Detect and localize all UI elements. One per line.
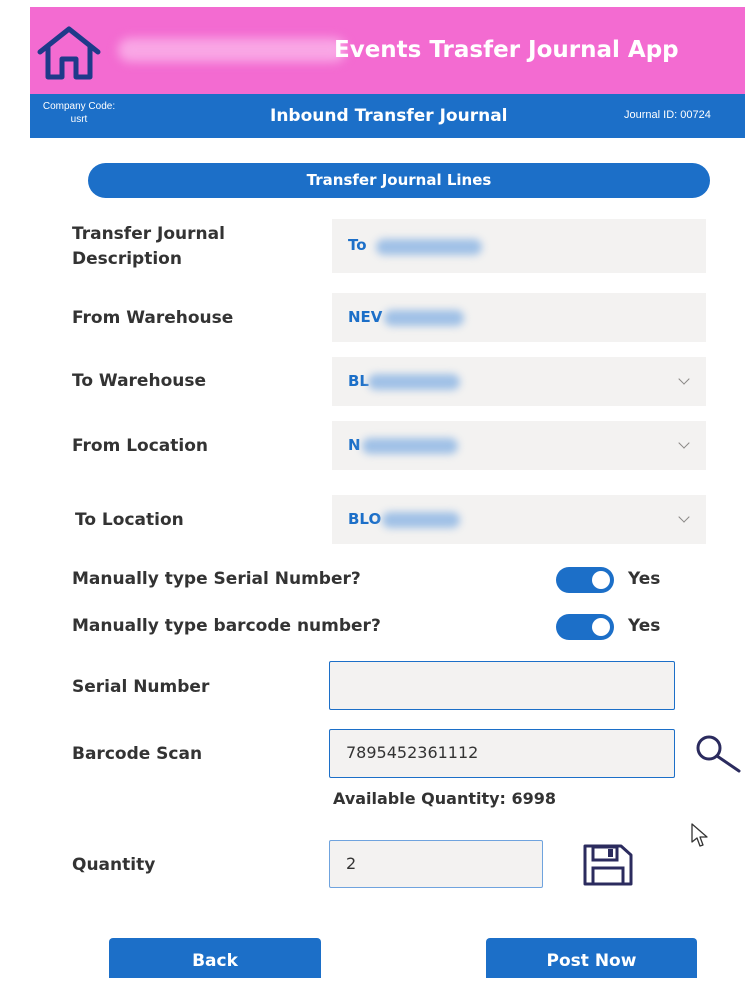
toggle-knob <box>592 571 610 589</box>
app-title: Events Trasfer Journal App <box>334 37 679 63</box>
chevron-down-icon <box>678 437 690 449</box>
chevron-down-icon <box>678 511 690 523</box>
to-location-label: To Location <box>75 510 184 530</box>
to-warehouse-value: BL <box>348 372 369 390</box>
search-icon[interactable] <box>693 733 743 775</box>
journal-info-bar: Company Code: usrt Inbound Transfer Jour… <box>30 94 745 138</box>
barcode-scan-input[interactable]: 7895452361112 <box>329 729 675 778</box>
company-code: Company Code: usrt <box>34 100 124 126</box>
from-location-label: From Location <box>72 436 209 456</box>
redacted-text <box>382 512 460 528</box>
post-now-button[interactable]: Post Now <box>486 938 697 978</box>
to-location-dropdown[interactable]: BLO <box>332 495 706 544</box>
redacted-text <box>368 374 460 390</box>
journal-id: Journal ID: 00724 <box>624 109 711 121</box>
redacted-text <box>376 239 482 255</box>
quantity-input[interactable]: 2 <box>329 840 543 888</box>
from-warehouse-field[interactable]: NEV <box>332 293 706 342</box>
from-location-value: N <box>348 436 361 454</box>
to-location-value: BLO <box>348 510 382 528</box>
app-header: Events Trasfer Journal App <box>30 7 745 94</box>
description-field[interactable]: To <box>332 219 706 273</box>
serial-toggle-state: Yes <box>628 569 661 589</box>
mouse-cursor-icon <box>690 822 712 850</box>
company-code-label: Company Code: <box>42 101 116 112</box>
to-warehouse-label: To Warehouse <box>72 371 206 391</box>
description-label-line2: Description <box>72 249 182 269</box>
serial-number-input[interactable] <box>329 661 675 710</box>
barcode-scan-label: Barcode Scan <box>72 744 203 764</box>
back-button[interactable]: Back <box>109 938 321 978</box>
redacted-company-name <box>118 38 346 62</box>
description-label-line1: Transfer Journal <box>72 224 225 244</box>
serial-toggle-label: Manually type Serial Number? <box>72 569 361 589</box>
serial-manual-toggle[interactable] <box>556 567 614 593</box>
redacted-text <box>362 438 458 454</box>
to-warehouse-dropdown[interactable]: BL <box>332 357 706 406</box>
available-quantity: Available Quantity: 6998 <box>333 789 557 808</box>
company-code-value: usrt <box>70 114 88 125</box>
description-label: Transfer Journal Description <box>72 222 225 272</box>
quantity-label: Quantity <box>72 855 156 875</box>
chevron-down-icon <box>678 373 690 385</box>
page-title: Inbound Transfer Journal <box>270 106 508 126</box>
barcode-toggle-label: Manually type barcode number? <box>72 616 381 636</box>
toggle-knob <box>592 618 610 636</box>
serial-number-label: Serial Number <box>72 677 210 697</box>
from-warehouse-label: From Warehouse <box>72 308 234 328</box>
section-title: Transfer Journal Lines <box>88 163 710 198</box>
barcode-manual-toggle[interactable] <box>556 614 614 640</box>
home-icon[interactable] <box>34 25 104 81</box>
save-icon[interactable] <box>581 843 635 887</box>
description-value: To <box>348 236 367 254</box>
from-location-dropdown[interactable]: N <box>332 421 706 470</box>
barcode-toggle-state: Yes <box>628 616 661 636</box>
from-warehouse-value: NEV <box>348 308 383 326</box>
redacted-text <box>384 310 464 326</box>
